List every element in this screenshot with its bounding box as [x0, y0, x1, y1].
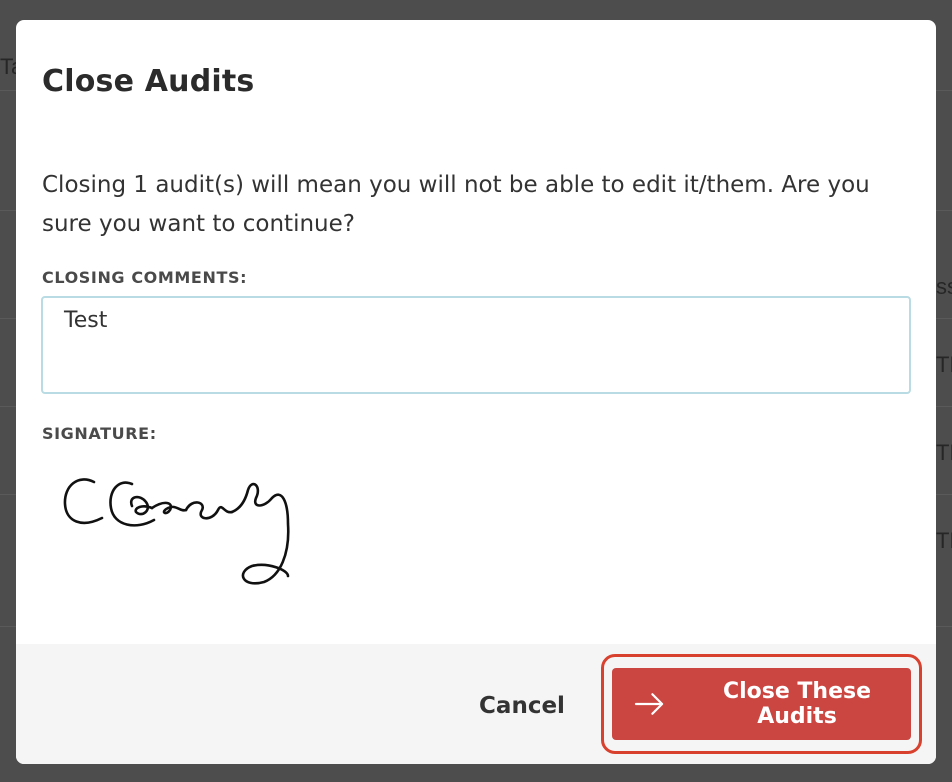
confirmation-message: Closing 1 audit(s) will mean you will no…: [42, 172, 870, 237]
background-text: TE: [936, 352, 952, 377]
close-audits-dialog: Close Audits Closing 1 audit(s) will mea…: [16, 20, 936, 764]
background-text: ss: [936, 274, 952, 299]
background-text: TE: [936, 528, 952, 553]
arrow-right-icon: [634, 693, 664, 715]
handwritten-signature: [63, 478, 290, 585]
closing-comments-label: CLOSING COMMENTS:: [42, 268, 248, 287]
close-these-audits-label: Close These Audits: [722, 679, 872, 729]
background-text: TE: [936, 440, 952, 465]
cancel-button[interactable]: Cancel: [466, 686, 578, 726]
signature-pad[interactable]: [56, 468, 316, 598]
dialog-title: Close Audits: [42, 64, 255, 99]
closing-comments-field[interactable]: Test: [41, 296, 911, 394]
signature-label: SIGNATURE:: [42, 424, 157, 443]
dialog-footer: Cancel Close These Audits: [16, 644, 936, 764]
close-these-audits-button[interactable]: Close These Audits: [612, 668, 911, 740]
